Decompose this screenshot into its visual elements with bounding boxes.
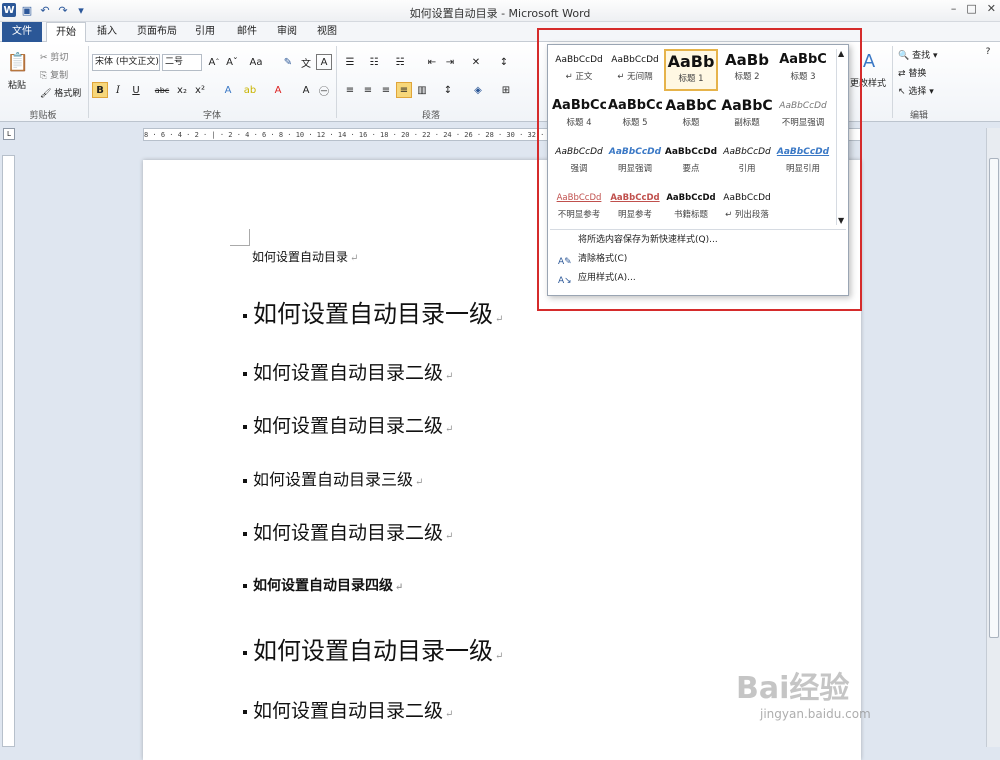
phonetic-guide-icon[interactable]: 文	[298, 54, 314, 70]
align-left-icon[interactable]: ≡	[342, 82, 358, 98]
title-bar: W ▣ ↶ ↷ ▾ 如何设置自动目录 - Microsoft Word – □ …	[0, 0, 1000, 22]
clipboard-group-label: 剪贴板	[29, 111, 57, 121]
distributed-icon[interactable]: ▥	[414, 82, 430, 98]
paste-icon[interactable]: 📋	[6, 48, 30, 76]
heading-2-line[interactable]: 如何设置自动目录二级 ↵	[243, 518, 453, 545]
tab-home[interactable]: 开始	[46, 22, 86, 43]
increase-indent-icon[interactable]: ⇥	[442, 54, 458, 70]
paste-label[interactable]: 粘贴	[8, 78, 26, 91]
find-icon: 🔍	[898, 51, 910, 61]
find-button[interactable]: 🔍 查找 ▾	[898, 48, 938, 61]
line-spacing-icon[interactable]: ↕	[440, 82, 456, 98]
align-right-icon[interactable]: ≡	[378, 82, 394, 98]
tab-selector-button[interactable]: L	[3, 128, 15, 140]
decrease-indent-icon[interactable]: ⇤	[424, 54, 440, 70]
bullets-icon[interactable]: ☰	[342, 54, 358, 70]
baidu-watermark: Bai经验 jingyan.baidu.com	[736, 663, 956, 723]
change-case-icon[interactable]: Aa	[248, 54, 264, 70]
vertical-scrollbar[interactable]	[986, 128, 1000, 747]
replace-button[interactable]: ⇄ 替换	[898, 66, 926, 79]
maximize-button[interactable]: □	[966, 2, 976, 15]
watermark-url: jingyan.baidu.com	[760, 707, 871, 721]
tab-file[interactable]: 文件	[2, 22, 42, 42]
heading-2-line[interactable]: 如何设置自动目录二级 ↵	[243, 358, 453, 385]
select-label: 选择	[908, 87, 927, 97]
clear-format-icon[interactable]: ✎	[280, 54, 296, 70]
replace-label: 替换	[908, 69, 927, 79]
justify-icon[interactable]: ≡	[396, 82, 412, 98]
change-styles-icon[interactable]: A	[860, 50, 878, 72]
shading-icon[interactable]: ◈	[470, 82, 486, 98]
margin-corner-mark	[230, 229, 250, 246]
editing-group-label: 编辑	[909, 111, 928, 121]
help-icon[interactable]: ?	[980, 44, 996, 60]
find-label: 查找	[912, 51, 931, 61]
char-shading-icon[interactable]: A	[298, 82, 314, 98]
numbering-icon[interactable]: ☷	[366, 54, 382, 70]
tab-view[interactable]: 视图	[312, 22, 342, 42]
font-size-combo[interactable]: 二号	[162, 54, 202, 71]
sort-icon[interactable]: ↕	[496, 54, 512, 70]
highlight-annotation-box	[537, 28, 862, 311]
subscript-icon[interactable]: x₂	[174, 82, 190, 98]
shrink-font-icon[interactable]: Aˇ	[224, 54, 240, 70]
heading-2-line[interactable]: 如何设置自动目录二级 ↵	[243, 696, 453, 723]
underline-button[interactable]: U	[128, 82, 144, 98]
cut-button[interactable]: ✂ 剪切	[40, 50, 68, 63]
font-group-label: 字体	[202, 111, 221, 121]
multilevel-list-icon[interactable]: ☵	[392, 54, 408, 70]
replace-icon: ⇄	[898, 69, 906, 79]
superscript-icon[interactable]: x²	[192, 82, 208, 98]
grow-font-icon[interactable]: Aˆ	[206, 54, 222, 70]
char-border-icon[interactable]: A	[316, 54, 332, 70]
copy-button[interactable]: ⎘ 复制	[40, 68, 68, 81]
minimize-button[interactable]: –	[951, 2, 957, 15]
heading-4-line[interactable]: 如何设置自动目录四级 ↵	[243, 575, 403, 595]
close-button[interactable]: ✕	[987, 2, 996, 15]
copy-label: 复制	[50, 71, 69, 81]
doc-title-line[interactable]: 如何设置自动目录 ↵	[252, 248, 358, 265]
select-button[interactable]: ↖ 选择 ▾	[898, 84, 934, 97]
heading-1-line[interactable]: 如何设置自动目录一级 ↵	[243, 631, 503, 666]
heading-3-line[interactable]: 如何设置自动目录三级 ↵	[243, 466, 423, 490]
format-painter-label: 格式刷	[54, 89, 82, 99]
borders-icon[interactable]: ⊞	[498, 82, 514, 98]
strikethrough-icon[interactable]: abc	[154, 82, 170, 98]
tab-review[interactable]: 审阅	[272, 22, 302, 42]
tab-references[interactable]: 引用	[190, 22, 220, 42]
watermark-logo: Bai经验	[736, 671, 850, 706]
format-painter-button[interactable]: 🖌 格式刷	[40, 86, 81, 99]
align-center-icon[interactable]: ≡	[360, 82, 376, 98]
bold-button[interactable]: B	[92, 82, 108, 98]
highlight-icon[interactable]: ab	[242, 82, 258, 98]
text-effect-icon[interactable]: A	[220, 82, 236, 98]
tab-mailings[interactable]: 邮件	[232, 22, 262, 42]
heading-1-line[interactable]: 如何设置自动目录一级 ↵	[243, 294, 503, 329]
window-title: 如何设置自动目录 - Microsoft Word	[409, 7, 591, 20]
heading-2-line[interactable]: 如何设置自动目录二级 ↵	[243, 411, 453, 438]
tab-insert[interactable]: 插入	[92, 22, 122, 42]
paragraph-group-label: 段落	[421, 111, 440, 121]
enclose-char-icon[interactable]: ㊀	[316, 82, 332, 98]
select-icon: ↖	[898, 87, 906, 97]
vertical-ruler[interactable]	[2, 155, 15, 747]
cut-label: 剪切	[50, 53, 69, 63]
italic-button[interactable]: I	[110, 82, 126, 98]
font-color-icon[interactable]: A	[270, 82, 286, 98]
chinese-layout-icon[interactable]: ✕	[468, 54, 484, 70]
scrollbar-thumb[interactable]	[989, 158, 999, 638]
font-name-combo[interactable]: 宋体 (中文正文)	[92, 54, 160, 71]
tab-page-layout[interactable]: 页面布局	[132, 22, 182, 42]
